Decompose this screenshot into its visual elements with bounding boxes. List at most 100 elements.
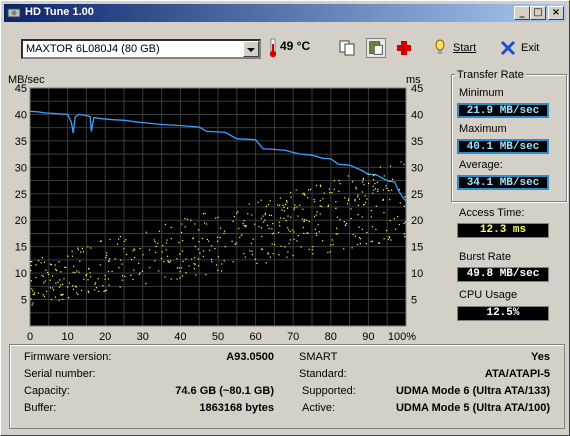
start-button[interactable]: Start	[453, 42, 476, 54]
access-time-point	[202, 255, 204, 258]
access-time-point	[59, 284, 62, 286]
access-time-point	[358, 237, 360, 239]
access-time-point	[125, 239, 127, 241]
access-time-point	[108, 284, 110, 286]
x-tick-label: 20	[99, 331, 111, 341]
access-time-point	[160, 258, 163, 260]
access-time-point	[210, 258, 212, 260]
access-time-point	[215, 217, 217, 219]
y-right-tick-label: 25	[411, 189, 423, 201]
close-button[interactable]: ×	[548, 6, 564, 20]
access-time-point	[123, 248, 125, 250]
health-icon[interactable]	[394, 38, 414, 58]
exit-button[interactable]: Exit	[521, 42, 539, 54]
access-time-point	[283, 206, 285, 209]
access-time-point	[321, 205, 323, 208]
title-bar[interactable]: HD Tune 1.00 _ □ ×	[4, 4, 566, 22]
access-time-point	[71, 250, 73, 252]
access-time-point	[138, 262, 140, 264]
access-time-point	[320, 185, 322, 187]
access-time-point	[272, 253, 274, 255]
access-time-point	[251, 250, 253, 252]
y-left-tick-label: 40	[15, 109, 27, 121]
access-time-point	[297, 215, 299, 217]
access-time-point	[300, 246, 302, 248]
access-time-point	[109, 258, 111, 260]
access-time-point	[54, 296, 57, 298]
access-time-point	[308, 221, 310, 223]
access-time-point	[153, 239, 155, 241]
access-time-point	[170, 278, 172, 280]
access-time-point	[79, 260, 81, 262]
access-time-point	[97, 278, 99, 280]
access-time-point	[243, 220, 245, 222]
access-time-point	[121, 279, 123, 281]
access-time-point	[306, 219, 308, 221]
transfer-rate-group-label: Transfer Rate	[455, 69, 526, 81]
access-time-point	[219, 237, 221, 239]
x-tick-label: 100%	[388, 331, 416, 341]
maximize-button[interactable]: □	[530, 6, 546, 20]
access-time-point	[194, 263, 196, 265]
access-time-point	[31, 261, 33, 263]
exit-icon[interactable]	[498, 38, 518, 58]
access-time-point	[336, 216, 338, 218]
access-time-point	[286, 207, 289, 209]
access-time-point	[141, 270, 143, 272]
access-time-point	[121, 263, 123, 265]
start-icon[interactable]	[430, 38, 450, 58]
paste-icon[interactable]	[366, 38, 386, 58]
access-time-point	[287, 227, 289, 229]
drive-select[interactable]: MAXTOR 6L080J4 (80 GB)	[21, 39, 261, 59]
access-time-point	[351, 247, 353, 249]
access-time-point	[49, 279, 51, 281]
access-time-point	[243, 224, 245, 226]
access-time-point	[315, 232, 317, 234]
access-time-point	[319, 200, 321, 202]
access-time-point	[358, 198, 361, 200]
access-time-point	[243, 253, 245, 255]
access-time-point	[361, 228, 363, 230]
access-time-point	[123, 240, 125, 242]
access-time-point	[58, 261, 60, 263]
access-time-point	[186, 218, 188, 220]
maximum-label: Maximum	[459, 123, 507, 135]
copy-icon[interactable]	[337, 38, 357, 58]
access-time-point	[54, 264, 56, 266]
chevron-down-icon[interactable]	[243, 41, 259, 57]
access-time-point	[383, 212, 385, 214]
access-time-point	[205, 223, 208, 225]
access-time-point	[339, 183, 341, 185]
access-time-point	[197, 258, 200, 260]
access-time-point	[316, 234, 318, 236]
access-time-point	[312, 253, 314, 255]
access-time-point	[372, 179, 375, 181]
access-time-point	[57, 281, 59, 283]
access-time-point	[382, 189, 384, 191]
minimize-button[interactable]: _	[514, 6, 530, 20]
access-time-point	[244, 256, 246, 258]
access-time-point	[286, 200, 288, 202]
access-time-point	[344, 197, 346, 199]
access-time-point	[264, 212, 266, 214]
access-time-point	[30, 261, 32, 263]
access-time-point	[148, 249, 151, 251]
access-time-point	[211, 261, 213, 263]
app-icon	[7, 8, 21, 18]
access-time-point	[35, 277, 37, 279]
access-time-point	[403, 205, 405, 207]
access-time-point	[164, 276, 166, 278]
access-time-point	[366, 198, 368, 200]
access-time-point	[55, 268, 57, 270]
access-time-point	[134, 257, 136, 259]
access-time-point	[82, 251, 85, 253]
access-time-point	[355, 188, 357, 190]
access-time-point	[145, 282, 147, 285]
access-time-point	[354, 198, 356, 201]
access-time-point	[271, 233, 273, 235]
access-time-point	[362, 179, 364, 181]
access-time-point	[327, 205, 329, 207]
access-time-point	[90, 247, 92, 249]
access-time-point	[319, 213, 321, 215]
access-time-point	[386, 229, 388, 232]
